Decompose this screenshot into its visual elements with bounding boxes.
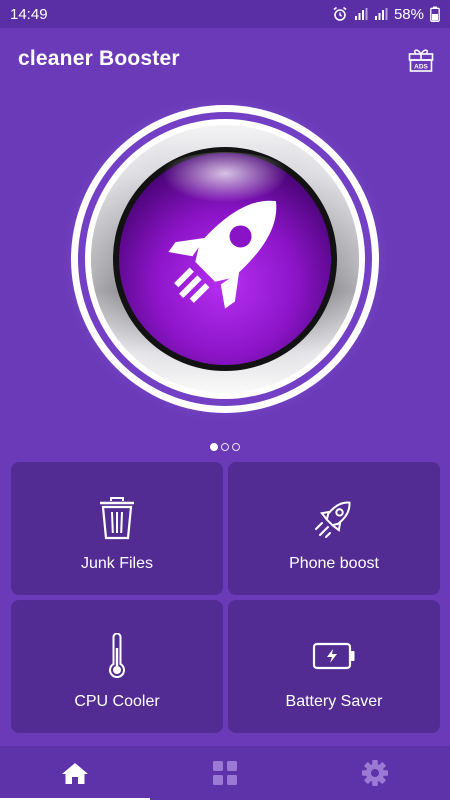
- battery-saver-tile[interactable]: Battery Saver: [228, 600, 440, 733]
- gear-icon: [362, 760, 388, 786]
- rocket-outline-icon: [315, 501, 351, 538]
- nav-tools[interactable]: [150, 746, 300, 800]
- junk-files-tile[interactable]: Junk Files: [11, 462, 223, 595]
- gift-ads-button[interactable]: ADS: [406, 44, 436, 74]
- status-time: 14:49: [10, 5, 48, 23]
- app-header: cleaner Booster ADS: [0, 28, 450, 90]
- home-icon: [62, 763, 88, 784]
- battery-charging-icon: [312, 642, 355, 670]
- battery-saver-label: Battery Saver: [285, 693, 383, 710]
- cpu-cooler-label: CPU Cooler: [74, 693, 160, 710]
- pager-dot[interactable]: [221, 443, 229, 451]
- signal-icon: [354, 8, 368, 20]
- feature-grid: Junk Files Phone boost CPU Cooler Batter…: [11, 462, 440, 734]
- alarm-icon: [333, 6, 347, 21]
- status-icons: 58%: [332, 6, 440, 23]
- pager-dot-active[interactable]: [210, 443, 218, 451]
- ads-label: ADS: [414, 64, 428, 71]
- bottom-navigation: [0, 746, 450, 800]
- thermometer-icon: [109, 633, 125, 678]
- trash-icon: [100, 497, 134, 540]
- gift-ads-icon: ADS: [408, 49, 434, 72]
- cpu-cooler-tile[interactable]: CPU Cooler: [11, 600, 223, 733]
- app-title: cleaner Booster: [18, 47, 180, 70]
- carousel-pager: [0, 443, 450, 451]
- grid-icon: [213, 761, 237, 785]
- battery-percent: 58%: [393, 5, 424, 23]
- status-bar: 14:49 58%: [0, 0, 450, 28]
- nav-settings[interactable]: [300, 746, 450, 800]
- phone-boost-label: Phone boost: [289, 555, 379, 572]
- phone-boost-tile[interactable]: Phone boost: [228, 462, 440, 595]
- boost-dial-button[interactable]: [58, 92, 392, 426]
- junk-files-label: Junk Files: [80, 555, 154, 572]
- pager-dot[interactable]: [232, 443, 240, 451]
- battery-icon: [430, 6, 440, 22]
- nav-home[interactable]: [0, 746, 150, 800]
- signal-icon: [374, 8, 388, 20]
